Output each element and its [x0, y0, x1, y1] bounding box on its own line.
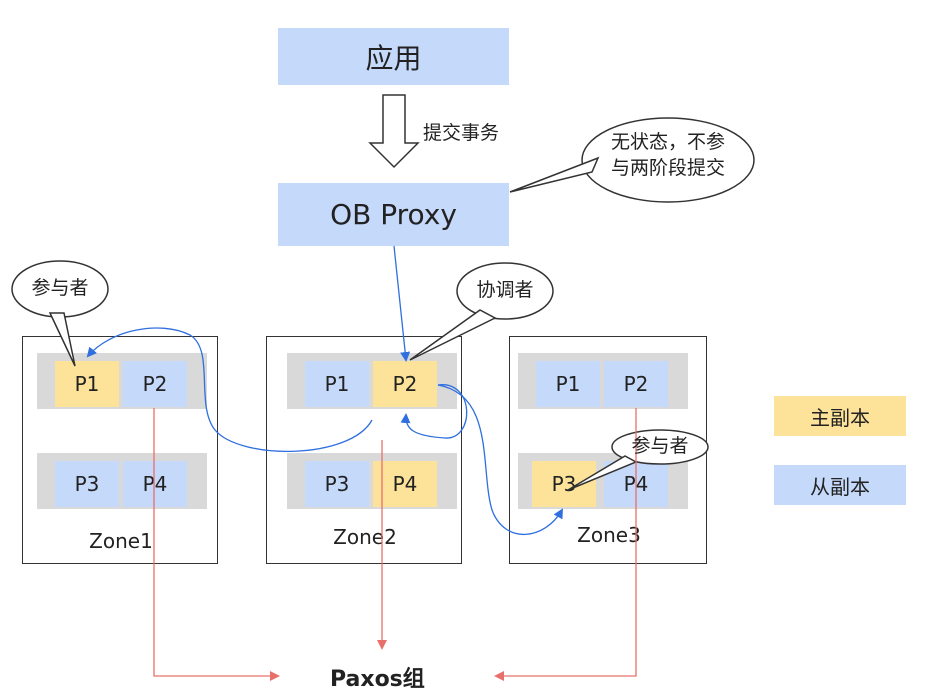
- legend-leader-label: 主副本: [810, 405, 870, 430]
- paxos-group-label: Paxos组: [330, 667, 425, 692]
- zone-3-p4-follower: P4: [604, 461, 668, 507]
- zone-1-p3-follower: P3: [55, 461, 119, 507]
- zone-1-row-1: P1 P2: [37, 353, 207, 409]
- zone-2-p4-leader: P4: [373, 461, 437, 507]
- zone-3-row-2: P3 P4: [518, 453, 688, 509]
- zone-1-p2-follower: P2: [123, 361, 187, 407]
- proxy-note-line1: 无状态，不参: [610, 131, 725, 153]
- legend-follower: 从副本: [774, 465, 906, 505]
- zone-3-p2-follower: P2: [604, 361, 668, 407]
- zone-2-p3-follower: P3: [305, 461, 369, 507]
- app-box-label: 应用: [365, 41, 422, 75]
- proxy-note-text: 无状态，不参 与两阶段提交: [586, 130, 750, 181]
- zone-3-p3-leader: P3: [532, 461, 596, 507]
- zone-1-p1-leader: P1: [55, 361, 119, 407]
- zone-2-p1-follower: P1: [305, 361, 369, 407]
- participant-right-text: 参与者: [631, 435, 689, 457]
- zone-1-p4-follower: P4: [123, 461, 187, 507]
- zone-3-label: Zone3: [577, 523, 641, 547]
- zone-3-row-1: P1 P2: [518, 353, 688, 409]
- zone-2: P1 P2 P3 P4 Zone2: [266, 336, 462, 564]
- zone-1-row-2: P3 P4: [37, 453, 207, 509]
- zone-1: P1 P2 P3 P4 Zone1: [22, 336, 218, 564]
- zone-1-label: Zone1: [89, 529, 153, 553]
- proxy-note-line2: 与两阶段提交: [610, 156, 725, 179]
- zone-2-label: Zone2: [333, 525, 397, 549]
- zone-3-p1-follower: P1: [536, 361, 600, 407]
- zone-2-p2-leader: P2: [373, 361, 437, 407]
- ob-proxy-box: OB Proxy: [278, 183, 509, 246]
- coordinator-text: 协调者: [476, 279, 534, 301]
- legend-leader: 主副本: [774, 396, 906, 436]
- legend-follower-label: 从副本: [810, 474, 870, 499]
- ob-proxy-label: OB Proxy: [330, 198, 457, 231]
- participant-left-text: 参与者: [31, 277, 89, 299]
- submit-transaction-label: 提交事务: [423, 122, 500, 144]
- app-box: 应用: [278, 28, 509, 85]
- proxy-note-tail: [509, 156, 600, 193]
- zone-2-row-1: P1 P2: [287, 353, 457, 409]
- zone-2-row-2: P3 P4: [287, 453, 457, 509]
- submit-down-arrow: [368, 94, 420, 169]
